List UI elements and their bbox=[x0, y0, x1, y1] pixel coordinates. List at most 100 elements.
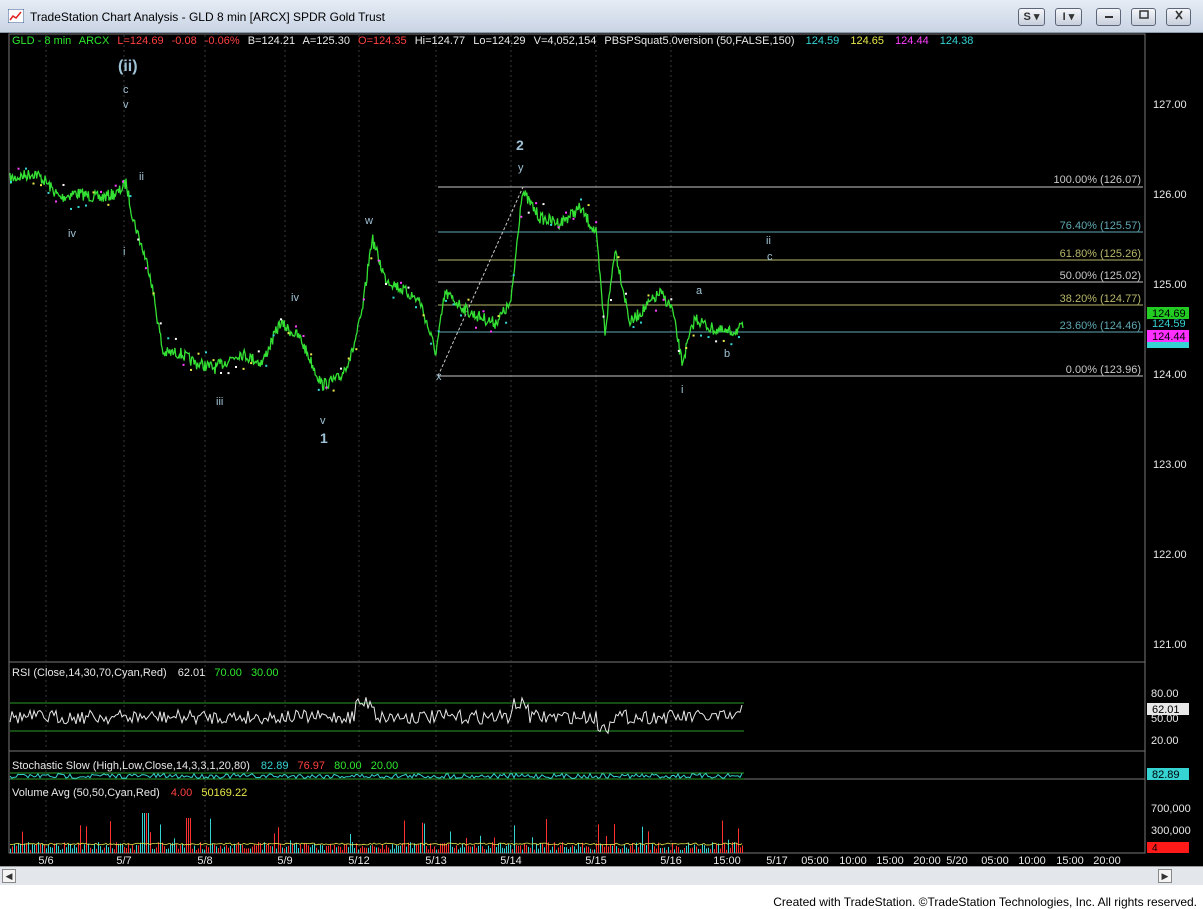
time-axis-label: 5/6 bbox=[38, 855, 53, 866]
price-axis-label: 124.00 bbox=[1153, 369, 1187, 381]
copyright-text: Created with TradeStation. ©TradeStation… bbox=[773, 895, 1197, 909]
chart-app-icon bbox=[8, 9, 24, 23]
scroll-right-button[interactable]: ▶ bbox=[1158, 869, 1172, 883]
rsi-axis-label: 20.00 bbox=[1151, 735, 1179, 747]
price-axis-label: 122.00 bbox=[1153, 549, 1187, 561]
header-bid: B=124.21 bbox=[248, 35, 295, 47]
stoch-header: Stochastic Slow (High,Low,Close,14,3,3,1… bbox=[12, 760, 398, 772]
indicator-link-button[interactable]: I ▾ bbox=[1055, 8, 1082, 26]
price-tag-cyan bbox=[1147, 342, 1189, 348]
symbol-link-button[interactable]: S ▾ bbox=[1018, 8, 1045, 26]
time-axis-label: 5/16 bbox=[660, 855, 681, 866]
header-symbol: GLD - 8 min bbox=[12, 35, 71, 47]
wave-label: b bbox=[724, 348, 730, 360]
price-axis-label: 121.00 bbox=[1153, 639, 1187, 651]
time-gridlines bbox=[45, 35, 672, 853]
time-axis-label: 15:00 bbox=[876, 855, 904, 866]
wave-label: y bbox=[518, 162, 524, 174]
fib-label-23: 23.60% (124.46) bbox=[1060, 320, 1141, 332]
wave-label: c bbox=[767, 251, 773, 263]
price-axis-label: 123.00 bbox=[1153, 459, 1187, 471]
chart-canvas[interactable]: GLD - 8 min ARCX L=124.69 -0.08 -0.06% B… bbox=[0, 33, 1203, 866]
wave-label: a bbox=[696, 285, 703, 297]
time-axis-label: 5/14 bbox=[500, 855, 521, 866]
time-axis-label: 10:00 bbox=[839, 855, 867, 866]
price-axis-label: 127.00 bbox=[1153, 99, 1187, 111]
horizontal-scrollbar[interactable]: ◀ ▶ bbox=[0, 866, 1203, 885]
time-axis-label: 5/17 bbox=[766, 855, 787, 866]
header-study-v1: 124.59 bbox=[806, 35, 840, 47]
fib-label-50: 50.00% (125.02) bbox=[1060, 270, 1141, 282]
header-line: GLD - 8 min ARCX L=124.69 -0.08 -0.06% B… bbox=[12, 35, 973, 47]
header-open: O=124.35 bbox=[358, 35, 407, 47]
window-title: TradeStation Chart Analysis - GLD 8 min … bbox=[30, 10, 386, 24]
wave-label: 2 bbox=[516, 137, 524, 153]
wave-labels: (ii) c v ii iv i iii iv v 1 w x 2 y ii c… bbox=[68, 58, 773, 446]
footer: Created with TradeStation. ©TradeStation… bbox=[0, 885, 1203, 909]
time-axis-label: 10:00 bbox=[1018, 855, 1046, 866]
rsi-axis-label: 80.00 bbox=[1151, 688, 1179, 700]
wave-label: ii bbox=[139, 171, 144, 183]
time-axis-label: 15:00 bbox=[1056, 855, 1084, 866]
wave-label: iii bbox=[216, 396, 223, 408]
volume-axis-label: 300,000 bbox=[1151, 825, 1191, 837]
header-last: L=124.69 bbox=[117, 35, 163, 47]
wave-label: v bbox=[123, 99, 129, 111]
price-series[interactable] bbox=[9, 169, 744, 392]
time-axis-label: 05:00 bbox=[801, 855, 829, 866]
scroll-left-button[interactable]: ◀ bbox=[2, 869, 16, 883]
stoch-series[interactable] bbox=[9, 772, 743, 780]
price-axis-label: 125.00 bbox=[1153, 279, 1187, 291]
wave-label: i bbox=[681, 384, 683, 396]
rsi-tag: 62.01 bbox=[1152, 704, 1180, 716]
price-tag-study: 124.59 bbox=[1152, 318, 1186, 330]
wave-label: w bbox=[364, 215, 373, 227]
header-pct: -0.06% bbox=[205, 35, 240, 47]
time-axis-label: 20:00 bbox=[1093, 855, 1121, 866]
time-axis-label: 5/15 bbox=[585, 855, 606, 866]
wave-label: c bbox=[123, 84, 129, 96]
header-exchange: ARCX bbox=[79, 35, 110, 47]
minimize-icon bbox=[1104, 16, 1113, 18]
chart-area[interactable]: GLD - 8 min ARCX L=124.69 -0.08 -0.06% B… bbox=[0, 33, 1203, 885]
close-button[interactable] bbox=[1166, 8, 1191, 26]
price-tag-magenta: 124.44 bbox=[1152, 331, 1186, 343]
volume-header: Volume Avg (50,50,Cyan,Red) 4.00 50169.2… bbox=[12, 787, 247, 799]
time-axis-label: 5/7 bbox=[116, 855, 131, 866]
wave-label: iv bbox=[68, 228, 76, 240]
time-axis-label: 5/8 bbox=[197, 855, 212, 866]
time-axis-label: 5/12 bbox=[348, 855, 369, 866]
time-axis-label: 5/9 bbox=[277, 855, 292, 866]
fib-label-61: 61.80% (125.26) bbox=[1060, 248, 1141, 260]
time-axis-label: 5/13 bbox=[425, 855, 446, 866]
header-high: Hi=124.77 bbox=[415, 35, 465, 47]
header-study-v2: 124.65 bbox=[850, 35, 884, 47]
fib-label-38: 38.20% (124.77) bbox=[1060, 293, 1141, 305]
time-axis-label: 20:00 bbox=[913, 855, 941, 866]
wave-label: x bbox=[436, 371, 442, 383]
maximize-icon bbox=[1138, 10, 1149, 19]
header-low: Lo=124.29 bbox=[473, 35, 525, 47]
time-axis-label: 15:00 bbox=[713, 855, 741, 866]
wave-label: (ii) bbox=[118, 58, 138, 75]
wave-label: i bbox=[123, 246, 125, 258]
maximize-button[interactable] bbox=[1131, 8, 1156, 26]
fib-label-0: 0.00% (123.96) bbox=[1066, 364, 1141, 376]
volume-bars[interactable] bbox=[10, 813, 743, 853]
close-icon bbox=[1174, 10, 1183, 20]
wave-label: v bbox=[320, 415, 326, 427]
time-axis-label: 05:00 bbox=[981, 855, 1009, 866]
minimize-button[interactable] bbox=[1096, 8, 1121, 26]
header-study-v3: 124.44 bbox=[895, 35, 929, 47]
window-titlebar: TradeStation Chart Analysis - GLD 8 min … bbox=[0, 0, 1203, 33]
swing-markers bbox=[10, 167, 740, 392]
time-axis-label: 5/20 bbox=[946, 855, 967, 866]
stoch-tag: 82.89 bbox=[1152, 769, 1180, 781]
fib-label-76: 76.40% (125.57) bbox=[1060, 220, 1141, 232]
header-volume: V=4,052,154 bbox=[534, 35, 597, 47]
price-axis-label: 126.00 bbox=[1153, 189, 1187, 201]
volume-axis-label: 700,000 bbox=[1151, 803, 1191, 815]
header-study-v4: 124.38 bbox=[940, 35, 974, 47]
header-study: PBSPSquat5.0version (50,FALSE,150) bbox=[604, 35, 794, 47]
time-axis: 5/6 5/7 5/8 5/9 5/12 5/13 5/14 5/15 5/16 15:00 5/1… bbox=[38, 855, 1120, 866]
